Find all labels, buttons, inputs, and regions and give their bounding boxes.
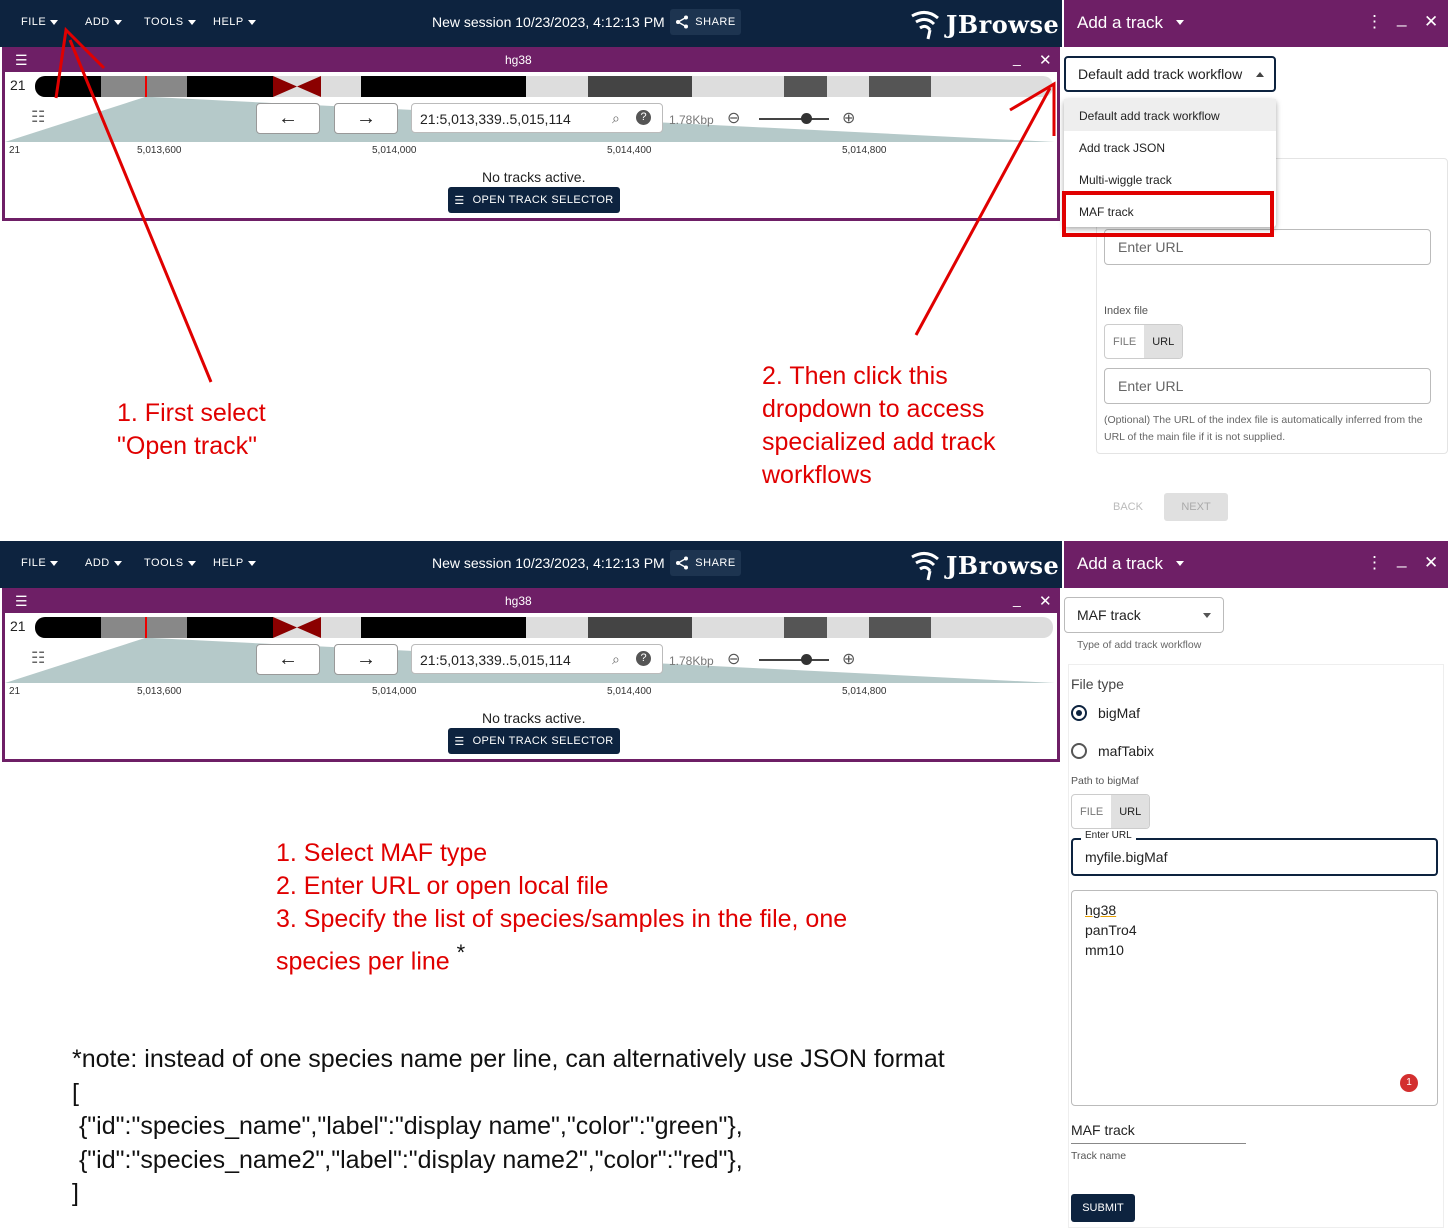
view-menu-icon[interactable]: ☰ — [15, 593, 28, 610]
submit-button[interactable]: SUBMIT — [1071, 1194, 1135, 1222]
annotation-1: 1. First select "Open track" — [117, 399, 266, 460]
open-track-selector-button[interactable]: ☰ OPEN TRACK SELECTOR — [448, 728, 620, 754]
linear-genome-view-bottom: ☰ hg38 _ ✕ 21 ☷ ← → 21:5,013,339..5,015,… — [2, 588, 1060, 762]
url-input[interactable]: myfile.bigMaf — [1071, 838, 1438, 876]
radio-maftabix[interactable] — [1071, 743, 1087, 759]
zoom-slider[interactable] — [759, 659, 829, 661]
span-label: 1.78Kbp — [669, 654, 714, 668]
ideogram[interactable] — [35, 617, 1053, 638]
radio-bigmaf[interactable] — [1071, 705, 1087, 721]
tools-menu[interactable]: TOOLS — [144, 557, 196, 569]
more-vert-icon[interactable]: ⋮ — [1366, 553, 1383, 573]
path-label: Path to bigMaf — [1071, 775, 1139, 787]
scroll-right-button[interactable]: → — [334, 644, 398, 675]
workflow-helper: Type of add track workflow — [1077, 639, 1202, 651]
samples-textarea[interactable]: hg38 panTro4 mm10 1 — [1071, 890, 1438, 1106]
radio-label: mafTabix — [1098, 743, 1155, 759]
track-name-input[interactable]: MAF track — [1071, 1120, 1246, 1144]
add-track-panel-header: Add a track ⋮ _ ✕ — [1064, 541, 1448, 588]
app-bar-bottom: FILE ADD TOOLS HELP New session 10/23/20… — [0, 541, 1062, 588]
add-menu[interactable]: ADD — [85, 557, 122, 569]
back-button[interactable]: BACK — [1113, 501, 1143, 513]
track-name-label: Track name — [1071, 1150, 1127, 1162]
location-input[interactable]: 21:5,013,339..5,015,114 ⌕ ? — [411, 644, 663, 674]
next-button[interactable]: NEXT — [1164, 493, 1228, 521]
scroll-left-button[interactable]: ← — [256, 644, 320, 675]
search-icon[interactable]: ⌕ — [612, 651, 620, 668]
help-icon[interactable]: ? — [636, 651, 651, 666]
close-icon[interactable]: ✕ — [1424, 553, 1438, 573]
chevron-down-icon[interactable] — [1176, 561, 1184, 566]
file-menu[interactable]: FILE — [21, 557, 59, 569]
track-list-icon[interactable]: ☷ — [31, 648, 45, 668]
workflow-select[interactable]: MAF track — [1064, 597, 1224, 633]
help-menu[interactable]: HELP — [213, 557, 256, 569]
jbrowse-logo: JBrowse — [908, 548, 1059, 582]
tick-label: 5,014,000 — [372, 686, 417, 697]
notification-badge[interactable]: 1 — [1400, 1074, 1418, 1092]
add-track-panel-bottom: MAF track Type of add track workflow Fil… — [1064, 588, 1448, 1228]
minimize-icon[interactable]: _ — [1013, 591, 1021, 607]
tick-label: 5,013,600 — [137, 686, 182, 697]
no-tracks-message: No tracks active. — [482, 710, 586, 726]
json-note: *note: instead of one species name per l… — [72, 1045, 945, 1207]
radio-label: bigMaf — [1098, 705, 1141, 721]
chromosome-label: 21 — [10, 618, 26, 634]
url-input-label: Enter URL — [1081, 830, 1136, 841]
share-button[interactable]: SHARE — [670, 550, 741, 576]
session-title[interactable]: New session 10/23/2023, 4:12:13 PM — [432, 555, 665, 571]
ruler-chrom: 21 — [9, 686, 21, 697]
share-icon — [676, 556, 689, 570]
chevron-down-icon — [1203, 613, 1211, 618]
path-toggle[interactable]: FILE URL — [1071, 794, 1151, 829]
tick-label: 5,014,800 — [842, 686, 887, 697]
file-type-label: File type — [1071, 676, 1124, 692]
instructions: 1. Select MAF type 2. Enter URL or open … — [276, 839, 848, 976]
zoom-out-icon[interactable]: ⊖ — [727, 649, 740, 669]
view-title: hg38 — [505, 594, 532, 608]
annotation-arrows — [54, 26, 1056, 383]
close-icon[interactable]: ✕ — [1039, 592, 1052, 610]
zoom-slider-thumb[interactable] — [801, 654, 812, 665]
zoom-in-icon[interactable]: ⊕ — [842, 649, 855, 669]
jbrowse-logo-icon — [911, 552, 939, 581]
tick-label: 5,014,400 — [607, 686, 652, 697]
list-icon: ☰ — [454, 735, 465, 748]
minimize-icon[interactable]: _ — [1397, 549, 1406, 569]
index-help-text: (Optional) The URL of the index file is … — [1104, 414, 1423, 443]
view-header: ☰ hg38 _ ✕ — [5, 588, 1057, 613]
